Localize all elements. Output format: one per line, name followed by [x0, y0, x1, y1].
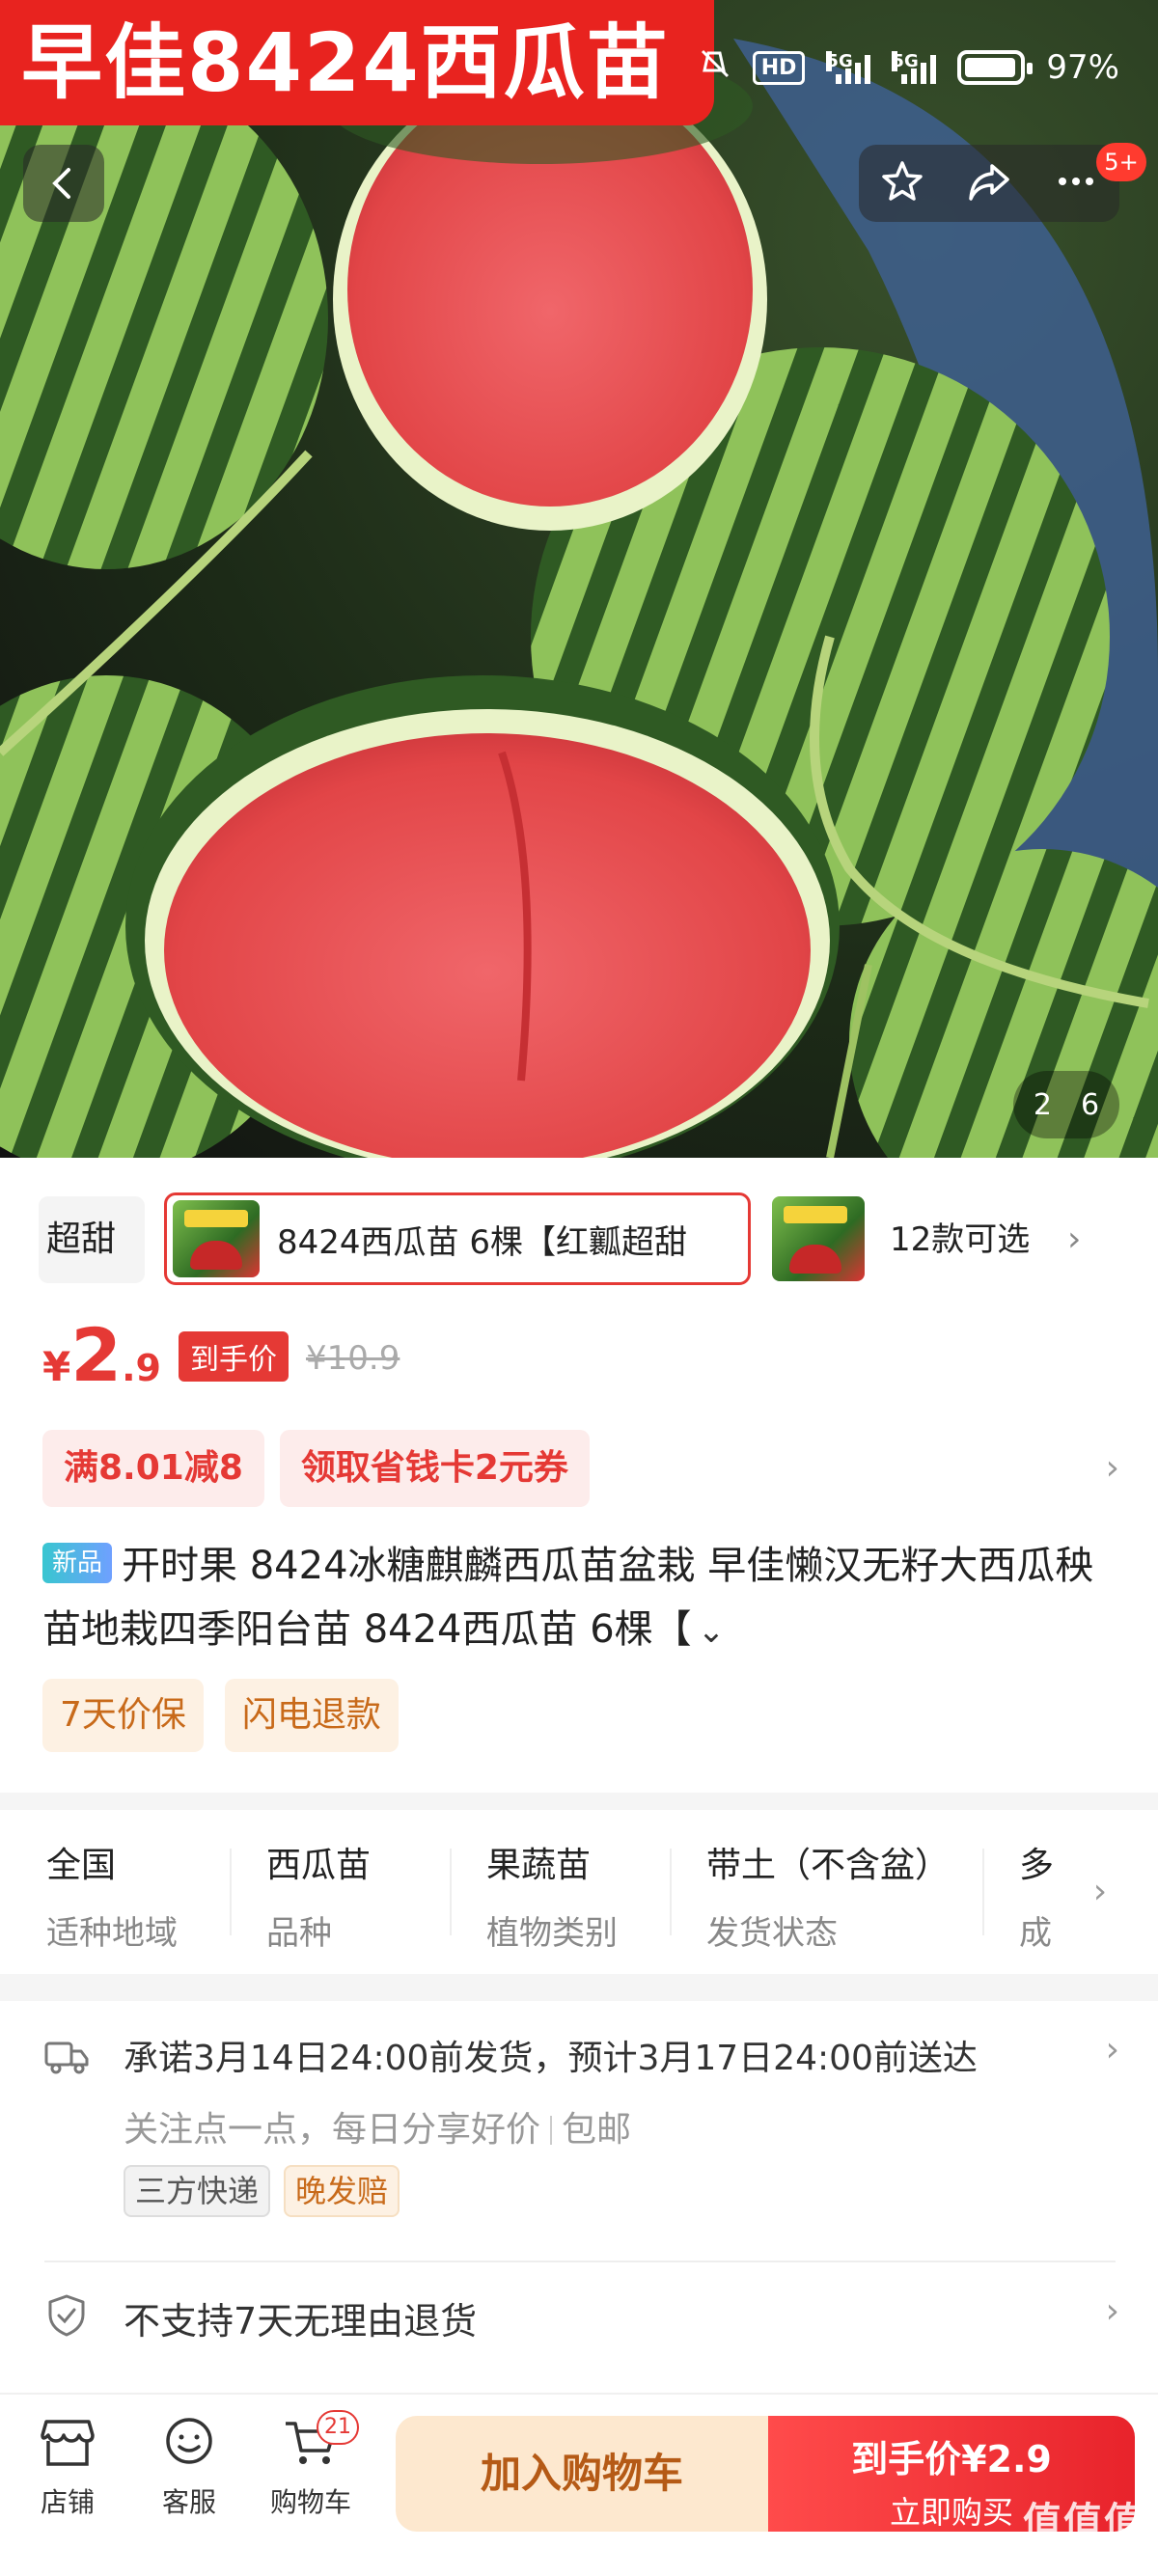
chevron-down-icon[interactable]: ⌄	[698, 1612, 726, 1651]
attribute-divider	[670, 1849, 672, 1935]
chevron-right-icon[interactable]: ›	[1106, 2291, 1119, 2331]
shield-icon	[46, 2293, 87, 2342]
notification-badge: 5+	[1096, 143, 1146, 181]
free-shipping: 包邮	[562, 2110, 632, 2150]
product-title-text: 开时果 8424冰糖麒麟西瓜苗盆栽 早佳懒汉无籽大西瓜秧苗地栽四季阳台苗 842…	[42, 1544, 1094, 1652]
chevron-right-icon[interactable]: ›	[1071, 1810, 1129, 1974]
inline-divider	[550, 2116, 553, 2145]
variant-thumbnail-next[interactable]	[772, 1196, 865, 1281]
guarantee-price-protect[interactable]: 7天价保	[42, 1679, 204, 1752]
variant-chip-selected[interactable]: 8424西瓜苗 6棵【红瓤超甜	[164, 1192, 751, 1285]
guarantee-tags: 7天价保 闪电退款	[42, 1679, 399, 1752]
variant-thumbnail	[173, 1200, 260, 1277]
more-button[interactable]	[1053, 158, 1099, 208]
share-icon	[969, 164, 1009, 201]
cart-label: 购物车	[269, 2486, 351, 2518]
store-icon	[41, 2420, 95, 2466]
product-image-gallery[interactable]: 早佳8424西瓜苗 HD 5G 5G 97% 5+ 2 6	[0, 0, 1158, 1158]
chevron-right-icon[interactable]: ›	[1106, 2030, 1119, 2069]
return-policy[interactable]: 不支持7天无理由退货 ›	[0, 2262, 1158, 2369]
attribute-divider	[982, 1849, 984, 1935]
original-price: ¥10.9	[306, 1339, 400, 1378]
variant-chip-prev[interactable]: 超甜	[39, 1196, 145, 1283]
shipping-sub: 关注点一点，每日分享好价 包邮	[124, 2101, 631, 2151]
back-button[interactable]	[23, 145, 104, 222]
variant-count[interactable]: 12款可选	[890, 1196, 1030, 1283]
return-policy-text: 不支持7天无理由退货	[124, 2300, 478, 2343]
shop-tab[interactable]: 店铺	[10, 2416, 125, 2520]
service-label: 客服	[161, 2486, 216, 2518]
coupon-savings-card[interactable]: 领取省钱卡2元券	[279, 1430, 590, 1507]
image-counter-total: 6	[1081, 1087, 1100, 1122]
attribute-divider	[230, 1849, 232, 1935]
mute-icon	[699, 47, 731, 89]
price-row: ¥ 2 .9 到手价 ¥10.9	[42, 1312, 400, 1409]
top-action-group	[859, 145, 1119, 222]
final-price-tag: 到手价	[179, 1331, 290, 1382]
price-integer: 2	[70, 1312, 123, 1398]
price-decimal: .9	[122, 1347, 162, 1389]
chevron-left-icon	[52, 168, 70, 199]
attribute-plant-type: 果蔬苗 植物类别	[486, 1846, 618, 1953]
currency-symbol: ¥	[42, 1343, 71, 1390]
coupon-discount[interactable]: 满8.01减8	[42, 1430, 264, 1507]
coupon-row: 满8.01减8 领取省钱卡2元券	[42, 1430, 590, 1507]
buy-now-price: 到手价¥2.9	[851, 2438, 1052, 2480]
service-tab[interactable]: 客服	[131, 2416, 247, 2520]
guarantee-fast-refund[interactable]: 闪电退款	[224, 1679, 399, 1752]
chat-smile-icon	[166, 2418, 212, 2464]
delivery-promise: 承诺3月14日24:00前发货，预计3月17日24:00前送达	[124, 2039, 978, 2078]
attribute-ship-state: 带土（不含盆） 发货状态	[706, 1846, 951, 1953]
share-tip: 关注点一点，每日分享好价	[124, 2110, 541, 2150]
battery-percent: 97%	[1046, 48, 1119, 87]
star-icon	[881, 161, 923, 201]
chevron-right-icon[interactable]: ›	[1106, 1430, 1119, 1507]
signal-icon: 5G	[826, 51, 871, 84]
truck-icon	[44, 2038, 89, 2080]
section-divider	[0, 1974, 1158, 2001]
shop-label: 店铺	[40, 2486, 95, 2518]
attribute-variety: 西瓜苗 品种	[266, 1846, 372, 1953]
signal-icon-2: 5G	[892, 51, 937, 84]
share-button[interactable]	[965, 158, 1013, 208]
add-to-cart-button[interactable]: 加入购物车	[396, 2416, 768, 2532]
courier-tag: 三方快递	[124, 2165, 271, 2217]
site-watermark: 值值值 zhizhizhi.com	[1023, 2500, 1144, 2566]
bottom-action-bar: 店铺 客服 21 购物车 加入购物车 到手价¥2.9 立即购买 值值值 zhiz…	[0, 2393, 1158, 2576]
image-counter-current: 2	[1033, 1087, 1052, 1122]
status-bar: HD 5G 5G 97%	[699, 39, 1119, 96]
attribute-more: 多 成	[1019, 1846, 1055, 1953]
shipping-info[interactable]: 承诺3月14日24:00前发货，预计3月17日24:00前送达 关注点一点，每日…	[0, 2001, 1158, 2261]
cart-count-badge: 21	[317, 2410, 359, 2445]
promo-banner: 早佳8424西瓜苗	[0, 0, 714, 125]
hd-indicator: HD	[752, 50, 806, 85]
chevron-right-icon[interactable]: ›	[1067, 1196, 1081, 1283]
variant-label: 8424西瓜苗 6棵【红瓤超甜	[277, 1222, 687, 1262]
attribute-region: 全国 适种地域	[46, 1846, 178, 1953]
variant-selector: 超甜 8424西瓜苗 6棵【红瓤超甜 12款可选 ›	[0, 1177, 1158, 1302]
attribute-divider	[450, 1849, 452, 1935]
image-counter: 2 6	[1013, 1071, 1119, 1138]
cart-tab[interactable]: 21 购物车	[253, 2410, 369, 2520]
battery-icon	[957, 50, 1034, 85]
section-divider	[0, 1793, 1158, 1810]
attribute-strip[interactable]: 全国 适种地域 西瓜苗 品种 果蔬苗 植物类别 带土（不含盆） 发货状态 多 成…	[0, 1810, 1158, 1974]
shipping-tags: 三方快递 晚发赔	[124, 2165, 400, 2217]
late-compensation-tag: 晚发赔	[284, 2165, 400, 2217]
more-dots-icon	[1059, 178, 1094, 185]
product-title: 新品 开时果 8424冰糖麒麟西瓜苗盆栽 早佳懒汉无籽大西瓜秧苗地栽四季阳台苗 8…	[42, 1534, 1123, 1663]
new-badge: 新品	[42, 1543, 113, 1583]
favorite-button[interactable]	[879, 158, 925, 208]
